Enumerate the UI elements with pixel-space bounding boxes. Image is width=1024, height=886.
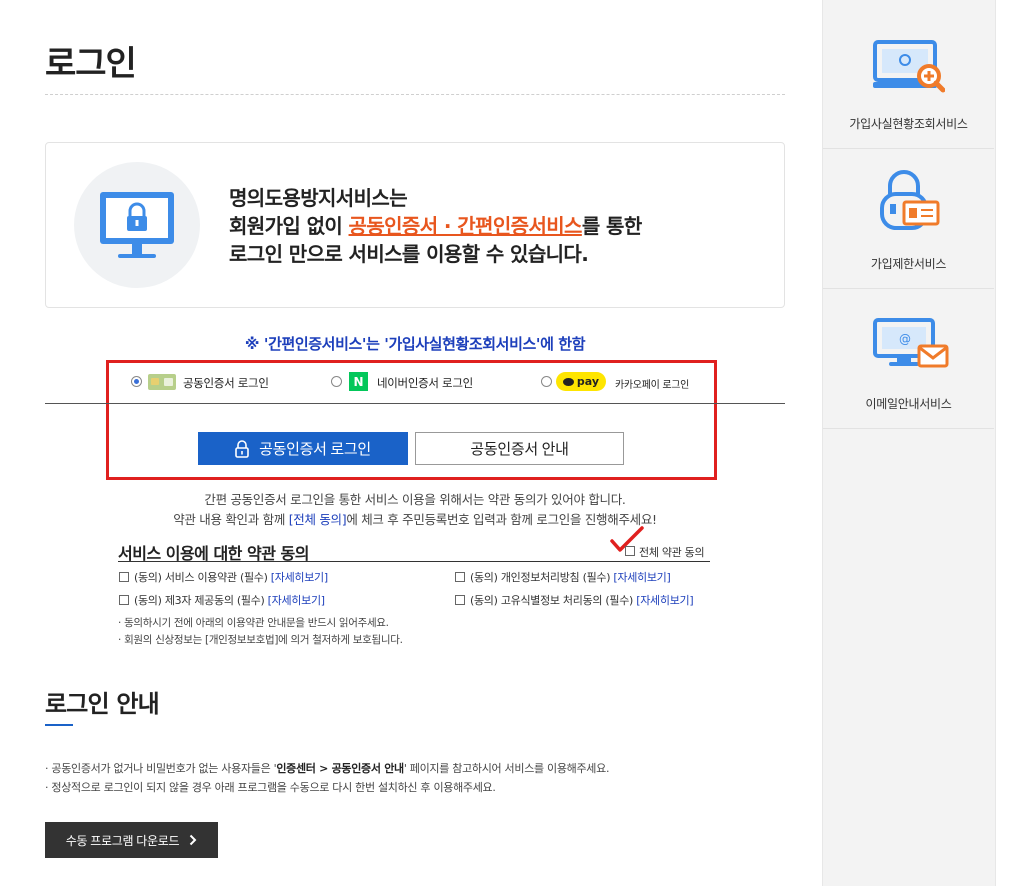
agree-all-hint: [전체 동의] [288,512,347,527]
term-privacy-detail-link[interactable]: [자세히보기] [613,571,670,584]
monitor-search-icon [873,40,945,93]
lock-icon [235,439,249,458]
term-third-party-text: (동의) 제3자 제공동의 (필수) [134,594,265,607]
intro-highlight-link[interactable]: 공동인증서 · 간편인증서비스 [349,214,583,238]
lock-card-icon [880,170,940,230]
guide-line-2: 약관 내용 확인과 함께 [전체 동의]에 체크 후 주민등록번호 입력과 함께… [45,509,785,528]
download-program-label: 수동 프로그램 다운로드 [65,833,180,848]
term-privacy-text: (동의) 개인정보처리방침 (필수) [470,571,611,584]
radio-cert-login[interactable] [131,376,142,387]
cert-login-button-label: 공동인증서 로그인 [259,441,371,458]
term-item-privacy: (동의) 개인정보처리방침 (필수) [자세히보기] [470,569,671,585]
login-guide-bullet-1: · 공동인증서가 없거나 비밀번호가 없는 사용자들은 '인증센터 > 공동인증… [45,760,609,776]
section-underline [45,724,73,726]
intro-text: 명의도용방지서비스는 회원가입 없이 공동인증서 · 간편인증서비스를 통한 로… [229,184,642,268]
monitor-lock-icon [100,192,174,258]
page-title: 로그인 [45,44,137,84]
bullet-1-post: ' 페이지를 참고하시어 서비스를 이용해주세요. [403,762,610,775]
intro-line-2: 회원가입 없이 공동인증서 · 간편인증서비스를 통한 [229,212,642,240]
term-item-third-party: (동의) 제3자 제공동의 (필수) [자세히보기] [134,592,325,608]
term-service-text: (동의) 서비스 이용약관 (필수) [134,571,268,584]
intro-illustration [74,162,200,288]
term-checkbox-unique-id[interactable] [455,595,465,605]
intro-line-3: 로그인 만으로 서비스를 이용할 수 있습니다. [229,242,589,266]
kakao-bubble-icon [562,377,574,386]
option-label-naver: 네이버인증서 로그인 [377,376,473,390]
cert-card-icon [148,374,176,394]
agree-all-label: 전체 약관 동의 [639,546,705,559]
download-program-button[interactable]: 수동 프로그램 다운로드 [45,822,218,858]
bullet-1-bold: 인증센터 > 공동인증서 안내 [276,762,404,775]
guide-line-1: 간편 공동인증서 로그인을 통한 서비스 이용을 위해서는 약관 동의가 있어야… [204,492,626,507]
bullet-1-pre: · 공동인증서가 없거나 비밀번호가 없는 사용자들은 ' [45,762,277,775]
term-service-detail-link[interactable]: [자세히보기] [271,571,328,584]
radio-naver-login[interactable] [331,376,342,387]
sidebar-label-subscription-lookup: 가입사실현황조회서비스 [849,117,968,131]
term-checkbox-third-party[interactable] [119,595,129,605]
sidebar-item-subscription-lookup[interactable]: 가입사실현황조회서비스 [823,8,994,149]
sidebar-item-subscription-limit[interactable]: 가입제한서비스 [823,148,994,289]
monitor-email-icon: @ [873,318,949,368]
svg-text:@: @ [899,332,911,346]
guide-line-2-post: 에 체크 후 주민등록번호 입력과 함께 로그인을 진행해주세요! [346,512,657,527]
term-checkbox-service[interactable] [119,572,129,582]
intro-line-2-post: 를 통한 [581,214,642,238]
title-divider [45,94,785,95]
cert-login-button[interactable]: 공동인증서 로그인 [198,432,408,465]
kakaopay-logo-icon: pay [556,372,606,391]
terms-note-2: · 회원의 신상정보는 [개인정보보호법]에 의거 철저하게 보호됩니다. [118,634,403,646]
term-unique-id-detail-link[interactable]: [자세히보기] [636,594,693,607]
term-item-service: (동의) 서비스 이용약관 (필수) [자세히보기] [134,569,328,585]
login-guide-title: 로그인 안내 [45,690,160,718]
intro-line-1: 명의도용방지서비스는 [229,186,408,210]
term-unique-id-text: (동의) 고유식별정보 처리동의 (필수) [470,594,634,607]
naver-logo-icon: N [349,372,368,391]
sidebar-label-subscription-limit: 가입제한서비스 [870,257,947,271]
terms-divider [118,561,710,562]
option-label-kakaopay: 카카오페이 로그인 [615,380,690,391]
sidebar-label-email-notice: 이메일안내서비스 [865,397,952,411]
kakaopay-badge-text: pay [576,375,600,388]
guide-line-2-pre: 약관 내용 확인과 함께 [173,512,289,527]
sidebar-item-email-notice[interactable]: @ 이메일안내서비스 [823,288,994,429]
intro-line-2-pre: 회원가입 없이 [229,214,349,238]
term-checkbox-privacy[interactable] [455,572,465,582]
chevron-right-icon [190,834,197,846]
radio-kakaopay-login[interactable] [541,376,552,387]
terms-note-1: · 동의하시기 전에 아래의 이용약관 안내문을 반드시 읽어주세요. [118,617,389,629]
options-divider [45,403,785,404]
term-item-unique-id: (동의) 고유식별정보 처리동의 (필수) [자세히보기] [470,592,694,608]
term-third-party-detail-link[interactable]: [자세히보기] [268,594,325,607]
option-label-cert: 공동인증서 로그인 [183,376,269,390]
simple-auth-notice: ※ '간편인증서비스'는 '가입사실현황조회서비스'에 한함 [244,335,586,353]
agree-all-checkbox[interactable] [625,546,635,556]
cert-guide-button[interactable]: 공동인증서 안내 [415,432,624,465]
login-guide-bullet-2: · 정상적으로 로그인이 되지 않을 경우 아래 프로그램을 수동으로 다시 한… [45,781,496,794]
